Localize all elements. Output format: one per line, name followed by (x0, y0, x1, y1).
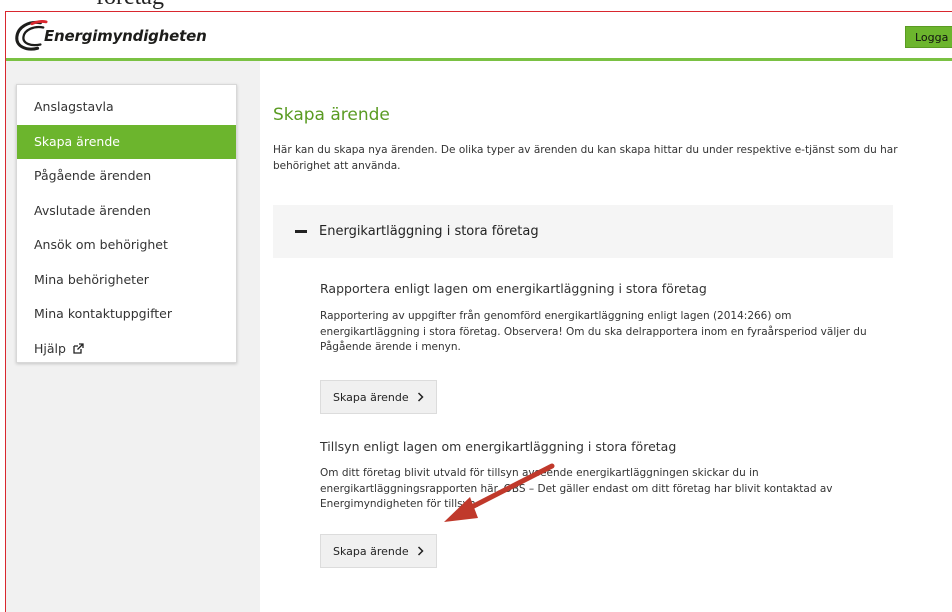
browser-frame: Energimyndigheten Logga ut Anslagstavla … (5, 11, 952, 612)
sidebar-item-label: Mina kontaktuppgifter (34, 306, 172, 321)
sidebar-item-label: Ansök om behörighet (34, 237, 168, 252)
button-label: Skapa ärende (333, 390, 409, 404)
sidebar-item-label: Anslagstavla (34, 99, 114, 114)
sidebar-item-avslutade-arenden[interactable]: Avslutade ärenden (17, 194, 236, 229)
sidebar-item-mina-kontaktuppgifter[interactable]: Mina kontaktuppgifter (17, 297, 236, 332)
page-title: Skapa ärende (273, 105, 390, 125)
sidebar-item-skapa-arende[interactable]: Skapa ärende (17, 124, 236, 159)
site-header: Energimyndigheten Logga ut (6, 12, 952, 58)
sidebar-item-label: Pågående ärenden (34, 168, 152, 183)
sidebar-item-pagaende-arenden[interactable]: Pågående ärenden (17, 159, 236, 194)
accordion-title: Energikartläggning i stora företag (319, 224, 539, 239)
external-link-icon (73, 342, 84, 354)
sidebar-item-mina-behorigheter[interactable]: Mina behörigheter (17, 263, 236, 298)
logo[interactable]: Energimyndigheten (12, 18, 207, 54)
skapa-arende-button-tillsyn[interactable]: Skapa ärende (320, 534, 437, 568)
accordion-header[interactable]: Energikartläggning i stora företag (273, 205, 893, 258)
minus-icon (295, 230, 307, 233)
sidebar-nav: Anslagstavla Skapa ärende Pågående ärend… (16, 84, 237, 363)
sidebar-item-label: Hjälp (34, 340, 66, 356)
chevron-right-icon (417, 546, 424, 556)
sidebar-item-hjalp[interactable]: Hjälp (17, 332, 236, 367)
section-description-tillsyn: Om ditt företag blivit utvald för tillsy… (320, 467, 833, 510)
sidebar-item-label: Mina behörigheter (34, 271, 149, 287)
section-title-tillsyn: Tillsyn enligt lagen om energikartläggni… (320, 439, 677, 454)
skapa-arende-button-rapportera[interactable]: Skapa ärende (320, 380, 437, 414)
sidebar-item-anslagstavla[interactable]: Anslagstavla (17, 90, 236, 125)
logo-text: Energimyndigheten (44, 27, 207, 45)
sidebar-item-label: Avslutade ärenden (34, 202, 151, 218)
logout-button[interactable]: Logga ut (905, 26, 952, 48)
sidebar-item-label: Skapa ärende (34, 133, 120, 149)
section-description-rapportera: Rapportering av uppgifter från genomförd… (320, 310, 867, 353)
stray-heading-text: företag (96, 0, 164, 11)
main-content: Skapa ärende Här kan du skapa nya ärende… (260, 61, 952, 612)
sidebar-item-ansok-om-behorighet[interactable]: Ansök om behörighet (17, 228, 236, 263)
button-label: Skapa ärende (333, 544, 409, 558)
intro-text: Här kan du skapa nya ärenden. De olika t… (273, 144, 898, 172)
chevron-right-icon (417, 392, 424, 402)
section-title-rapportera: Rapportera enligt lagen om energikartläg… (320, 281, 707, 296)
